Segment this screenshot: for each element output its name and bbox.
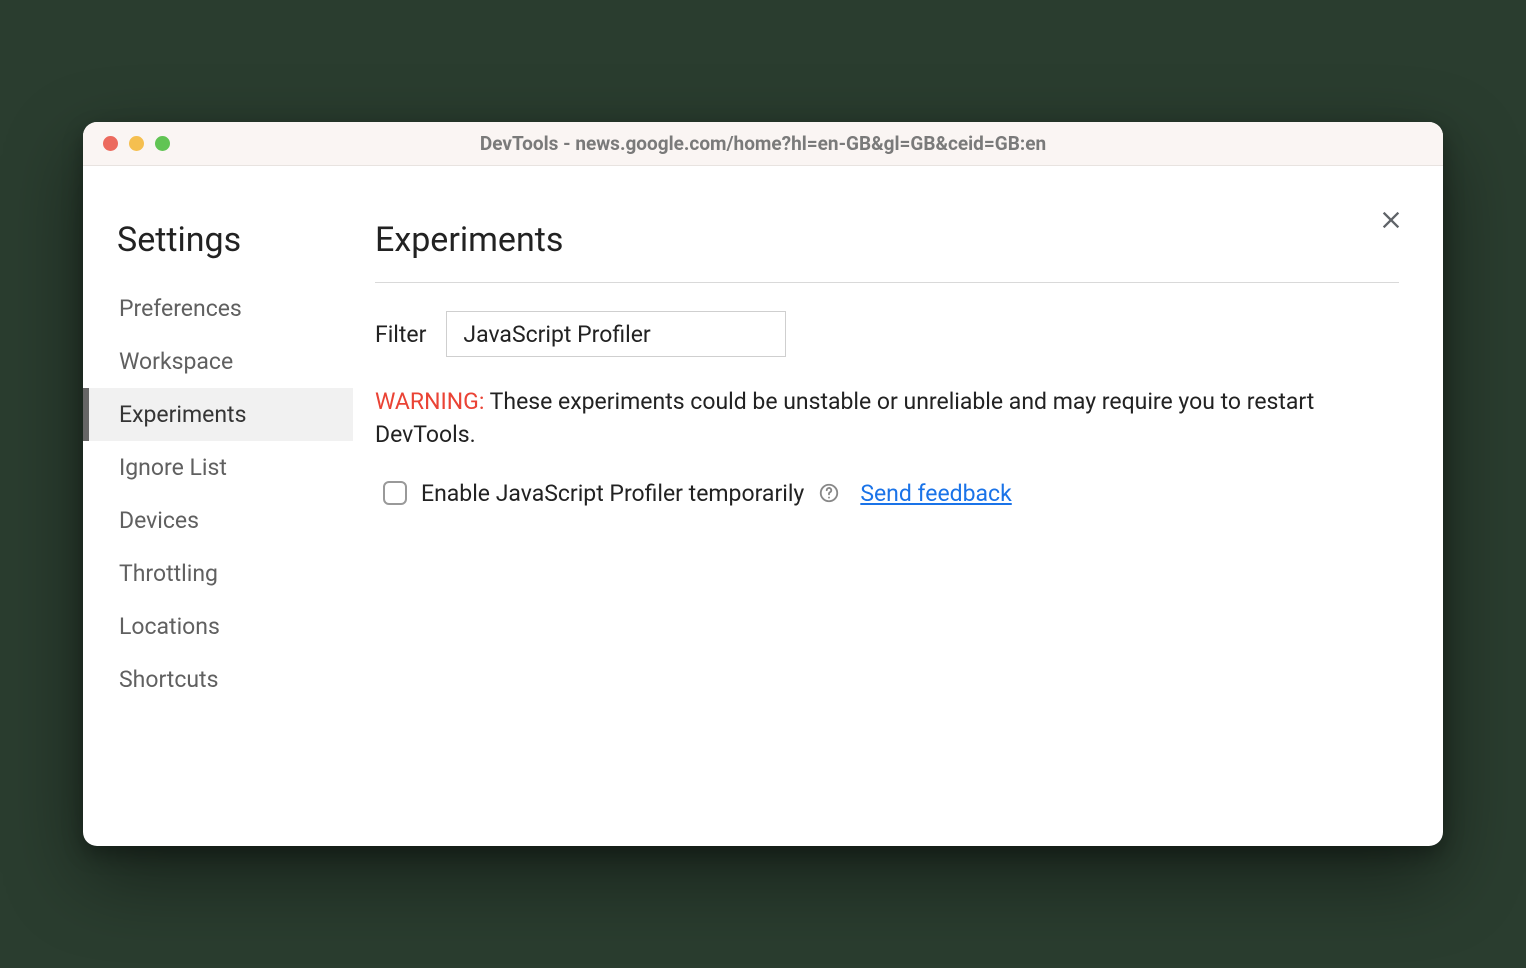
sidebar-item-throttling[interactable]: Throttling — [83, 547, 353, 600]
titlebar: DevTools - news.google.com/home?hl=en-GB… — [83, 122, 1443, 166]
warning-prefix: WARNING: — [375, 388, 484, 415]
help-icon[interactable] — [818, 482, 840, 504]
sidebar-item-preferences[interactable]: Preferences — [83, 282, 353, 335]
close-settings-button[interactable] — [1377, 206, 1405, 234]
sidebar-item-experiments[interactable]: Experiments — [83, 388, 353, 441]
sidebar-item-workspace[interactable]: Workspace — [83, 335, 353, 388]
close-window-button[interactable] — [103, 136, 118, 151]
settings-body: Settings PreferencesWorkspaceExperiments… — [83, 166, 1443, 846]
experiment-label: Enable JavaScript Profiler temporarily — [421, 480, 804, 507]
minimize-window-button[interactable] — [129, 136, 144, 151]
filter-label: Filter — [375, 321, 426, 348]
close-icon — [1377, 206, 1405, 234]
filter-input[interactable] — [446, 311, 786, 357]
experiment-checkbox[interactable] — [383, 481, 407, 505]
maximize-window-button[interactable] — [155, 136, 170, 151]
sidebar-item-shortcuts[interactable]: Shortcuts — [83, 653, 353, 706]
filter-row: Filter — [375, 311, 1399, 357]
settings-main: Experiments Filter WARNING: These experi… — [353, 196, 1443, 786]
traffic-lights — [103, 136, 170, 151]
sidebar-item-ignore-list[interactable]: Ignore List — [83, 441, 353, 494]
send-feedback-link[interactable]: Send feedback — [860, 480, 1011, 507]
sidebar-title: Settings — [113, 220, 353, 260]
sidebar-item-locations[interactable]: Locations — [83, 600, 353, 653]
page-title: Experiments — [375, 220, 1399, 283]
warning-text: WARNING: These experiments could be unst… — [375, 385, 1399, 452]
warning-message: These experiments could be unstable or u… — [375, 388, 1314, 448]
devtools-window: DevTools - news.google.com/home?hl=en-GB… — [83, 122, 1443, 846]
experiment-row: Enable JavaScript Profiler temporarily Se… — [375, 480, 1399, 507]
sidebar-item-devices[interactable]: Devices — [83, 494, 353, 547]
settings-sidebar: Settings PreferencesWorkspaceExperiments… — [83, 196, 353, 786]
window-title: DevTools - news.google.com/home?hl=en-GB… — [480, 132, 1046, 155]
